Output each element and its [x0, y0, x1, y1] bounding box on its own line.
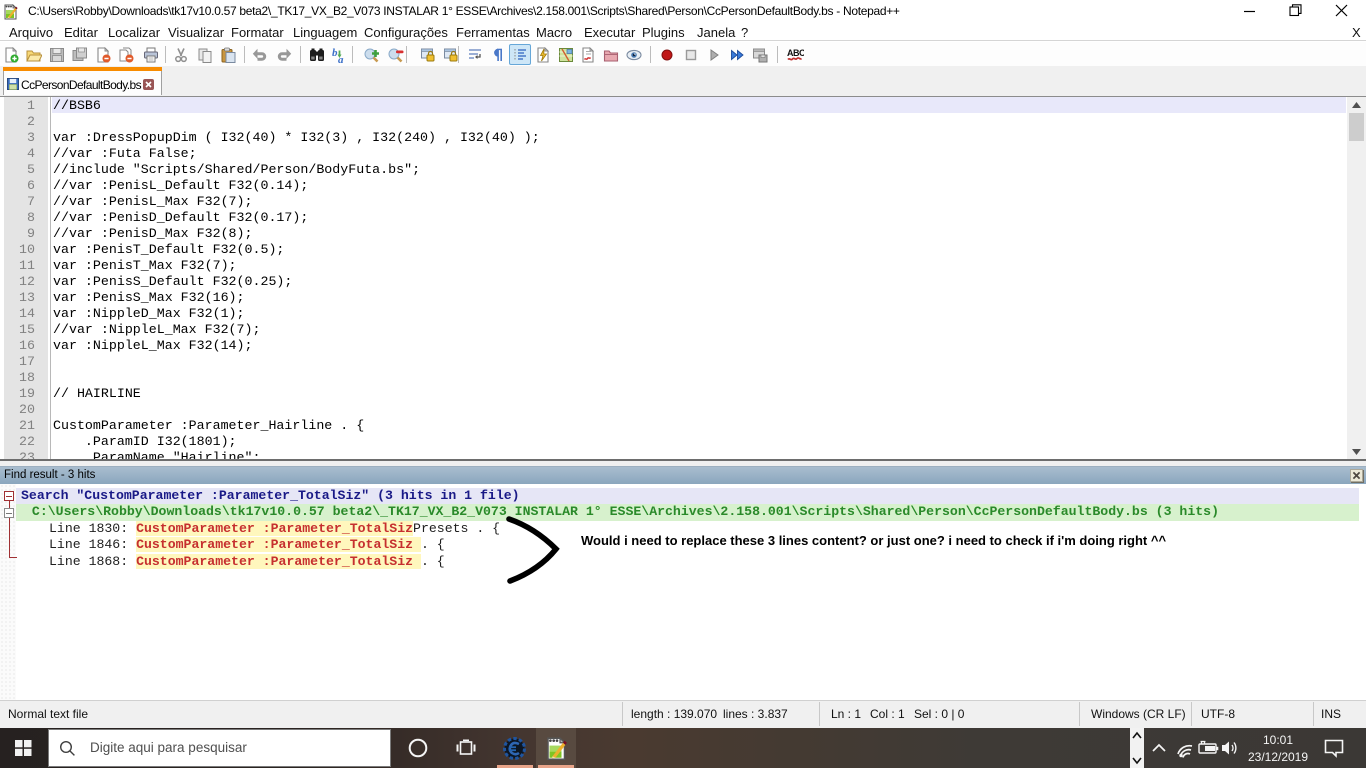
- svg-text:ABC: ABC: [787, 48, 804, 58]
